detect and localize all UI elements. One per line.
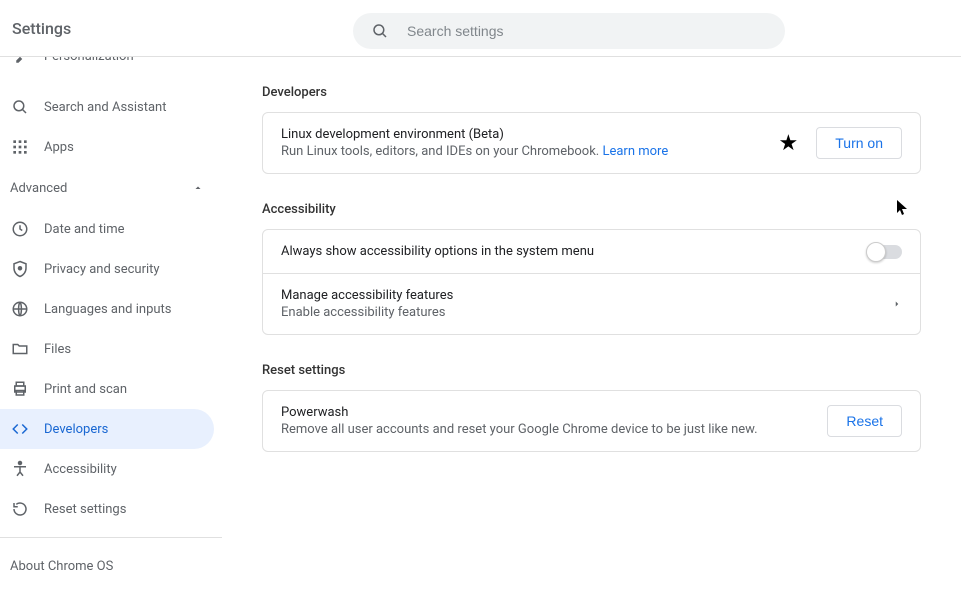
sidebar-divider — [0, 537, 222, 538]
accessibility-icon — [10, 459, 30, 479]
sidebar-item-privacy[interactable]: Privacy and security — [0, 249, 222, 289]
printer-icon — [10, 379, 30, 399]
sidebar-item-reset[interactable]: Reset settings — [0, 489, 222, 529]
paint-icon — [10, 57, 30, 69]
linux-title: Linux development environment (Beta) — [281, 127, 769, 142]
sidebar-group-label: Advanced — [10, 181, 67, 196]
developers-card: Linux development environment (Beta) Run… — [262, 112, 921, 174]
sidebar-item-personalization[interactable]: Personalization — [0, 57, 222, 69]
sidebar-item-date-time[interactable]: Date and time — [0, 209, 222, 249]
search-container[interactable] — [353, 13, 785, 49]
apps-icon — [10, 137, 30, 157]
sidebar-item-label: Reset settings — [44, 502, 126, 517]
sidebar-item-about[interactable]: About Chrome OS — [0, 546, 222, 586]
sidebar-item-label: Print and scan — [44, 382, 127, 397]
search-icon — [371, 22, 389, 40]
sidebar-item-label: Personalization — [44, 57, 134, 64]
manage-features-sub: Enable accessibility features — [281, 305, 882, 320]
sidebar-item-label: Files — [44, 342, 71, 357]
sidebar-item-print[interactable]: Print and scan — [0, 369, 222, 409]
globe-icon — [10, 299, 30, 319]
sidebar-group-advanced[interactable]: Advanced — [0, 167, 222, 209]
always-show-row[interactable]: Always show accessibility options in the… — [263, 230, 920, 273]
powerwash-title: Powerwash — [281, 405, 817, 420]
content: Developers Linux development environment… — [222, 57, 961, 604]
shield-icon — [10, 259, 30, 279]
sidebar: Personalization Search and Assistant App… — [0, 57, 222, 604]
sidebar-item-accessibility[interactable]: Accessibility — [0, 449, 222, 489]
accessibility-card: Always show accessibility options in the… — [262, 229, 921, 335]
app-title: Settings — [12, 19, 71, 38]
section-title-accessibility: Accessibility — [262, 202, 921, 217]
sidebar-item-search-assistant[interactable]: Search and Assistant — [0, 87, 222, 127]
code-icon — [10, 419, 30, 439]
sidebar-item-developers[interactable]: Developers — [0, 409, 214, 449]
sidebar-item-label: Privacy and security — [44, 262, 160, 277]
always-show-label: Always show accessibility options in the… — [281, 244, 858, 259]
topbar: Settings — [0, 0, 961, 57]
sidebar-item-label: Apps — [44, 140, 74, 155]
search-icon — [10, 97, 30, 117]
folder-icon — [10, 339, 30, 359]
manage-features-title: Manage accessibility features — [281, 288, 882, 303]
section-title-developers: Developers — [262, 85, 921, 100]
search-input[interactable] — [407, 23, 767, 39]
powerwash-sub: Remove all user accounts and reset your … — [281, 422, 817, 437]
sidebar-item-label: Languages and inputs — [44, 302, 172, 317]
clock-icon — [10, 219, 30, 239]
reset-card: Powerwash Remove all user accounts and r… — [262, 390, 921, 452]
sidebar-item-label: About Chrome OS — [10, 559, 113, 574]
reset-icon — [10, 499, 30, 519]
linux-sub: Run Linux tools, editors, and IDEs on yo… — [281, 144, 769, 159]
sidebar-item-files[interactable]: Files — [0, 329, 222, 369]
sidebar-item-label: Developers — [44, 422, 108, 437]
chevron-right-icon — [892, 299, 902, 309]
sidebar-item-label: Search and Assistant — [44, 100, 167, 115]
powerwash-row: Powerwash Remove all user accounts and r… — [263, 391, 920, 451]
learn-more-link[interactable]: Learn more — [602, 144, 668, 159]
reset-button[interactable]: Reset — [827, 405, 902, 437]
sidebar-item-languages[interactable]: Languages and inputs — [0, 289, 222, 329]
sidebar-item-label: Accessibility — [44, 462, 117, 477]
manage-features-row[interactable]: Manage accessibility features Enable acc… — [263, 273, 920, 334]
star-icon: ★ — [779, 131, 799, 156]
sidebar-item-apps[interactable]: Apps — [0, 127, 222, 167]
sidebar-item-label: Date and time — [44, 222, 125, 237]
chevron-up-icon — [192, 182, 204, 194]
linux-row: Linux development environment (Beta) Run… — [263, 113, 920, 173]
section-title-reset: Reset settings — [262, 363, 921, 378]
always-show-toggle[interactable] — [868, 245, 902, 259]
turn-on-button[interactable]: Turn on — [816, 127, 902, 159]
